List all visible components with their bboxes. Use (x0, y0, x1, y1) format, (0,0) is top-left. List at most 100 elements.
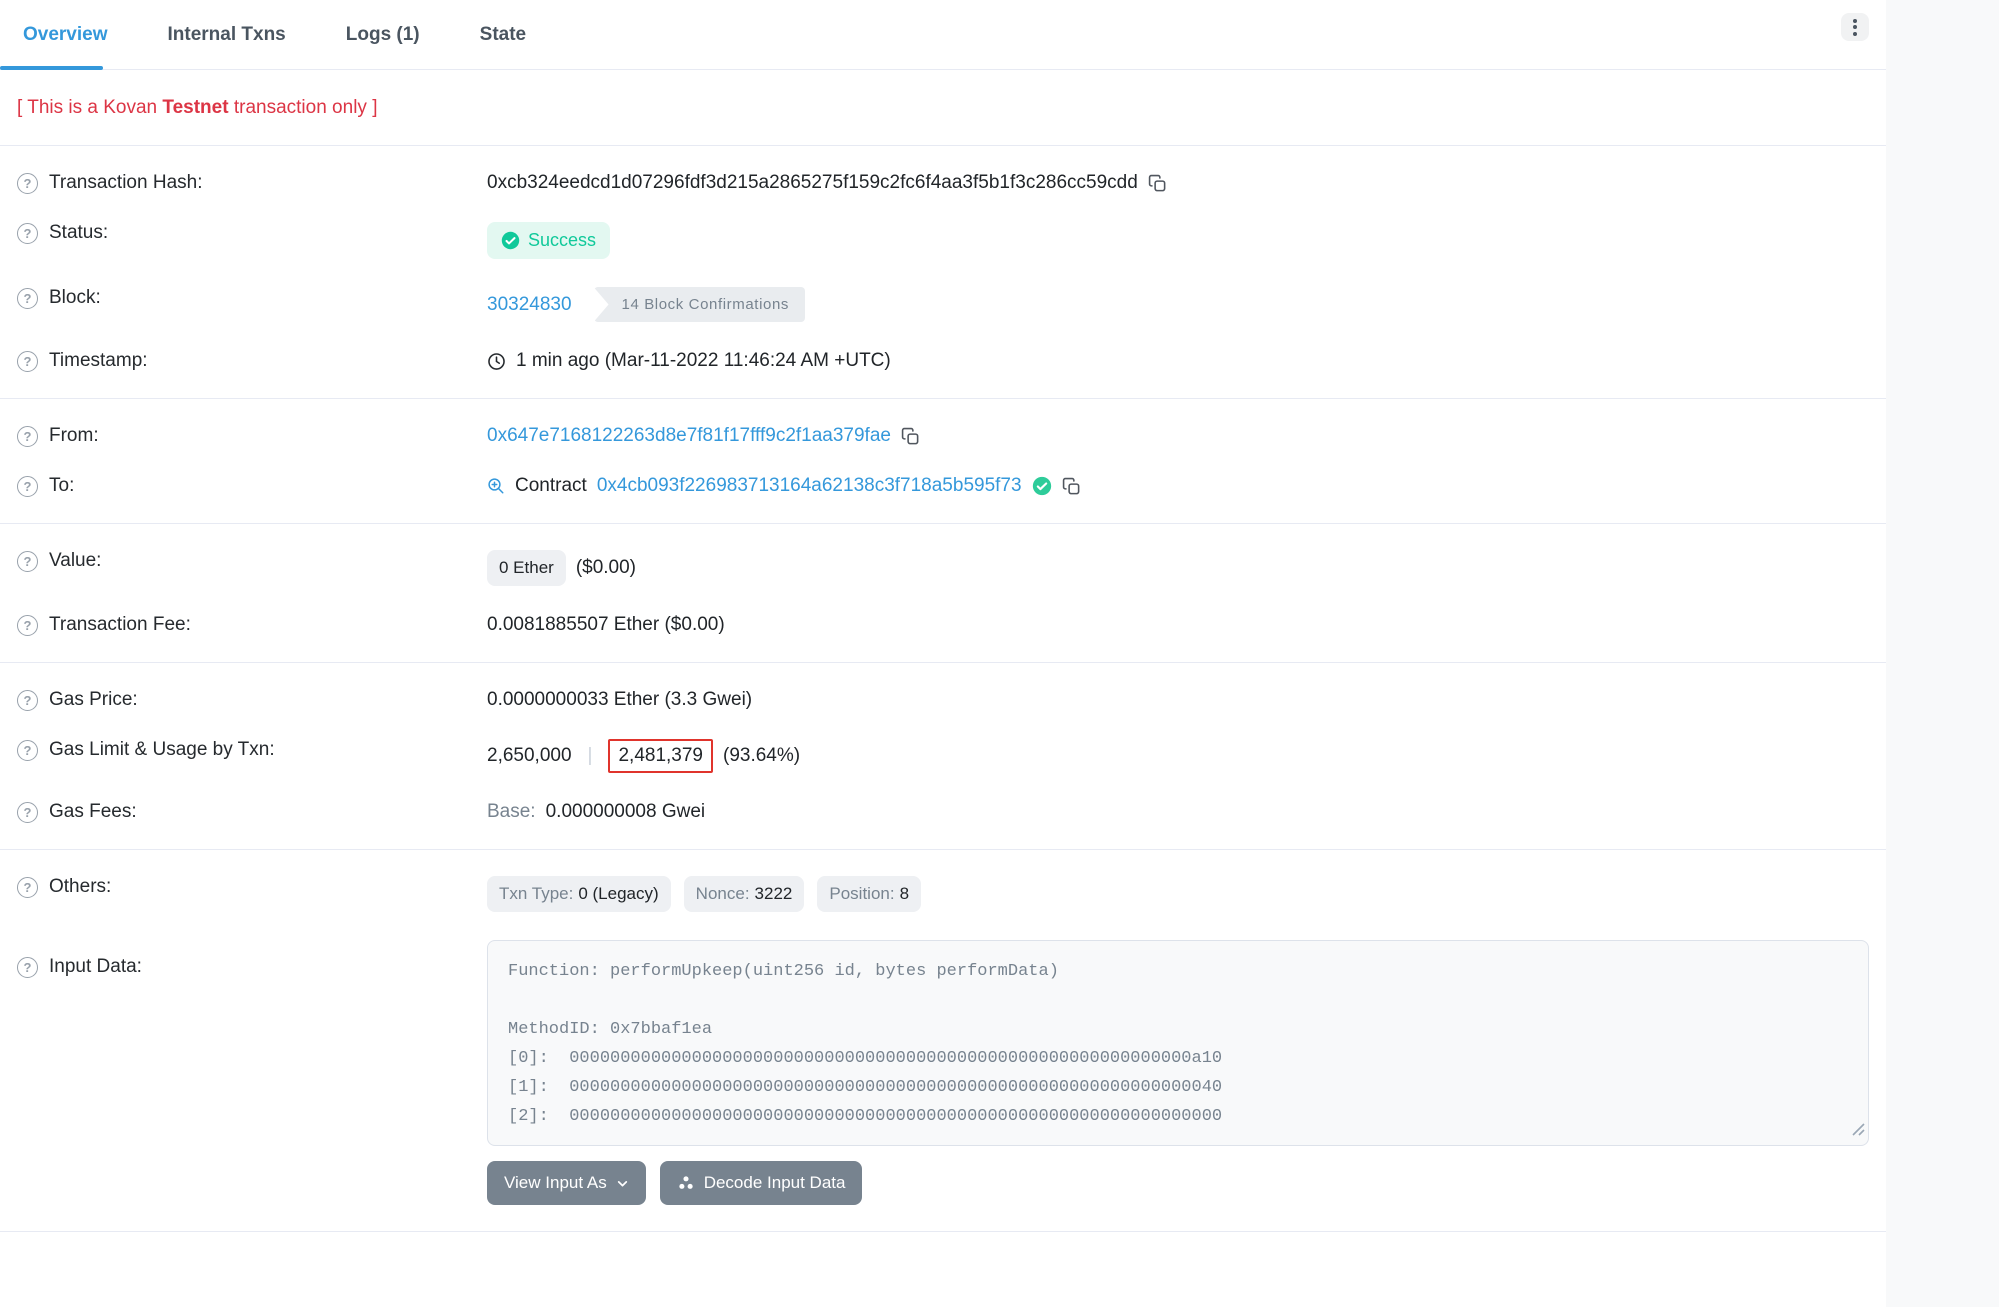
timestamp-value: 1 min ago (Mar-11-2022 11:46:24 AM +UTC) (516, 350, 891, 372)
value-badge: 0 Ether (487, 550, 566, 586)
row-transaction-hash: ? Transaction Hash: 0xcb324eedcd1d07296f… (17, 158, 1869, 208)
help-icon[interactable]: ? (17, 802, 38, 823)
verified-check-icon (1032, 476, 1052, 496)
row-to: ? To: Contract 0x4cb093f226983713164a621… (17, 461, 1869, 511)
view-input-as-button[interactable]: View Input As (487, 1161, 646, 1205)
help-icon[interactable]: ? (17, 551, 38, 572)
copy-icon[interactable] (1148, 174, 1167, 193)
divider (0, 1231, 1886, 1232)
status-badge-label: Success (528, 230, 596, 251)
chevron-down-icon (616, 1177, 629, 1190)
clock-icon (487, 352, 506, 371)
transaction-hash-label-group: ? Transaction Hash: (17, 172, 487, 194)
status-label-group: ? Status: (17, 222, 487, 244)
row-value: ? Value: 0 Ether ($0.00) (17, 536, 1869, 600)
help-icon[interactable]: ? (17, 957, 38, 978)
gas-limit-label-group: ? Gas Limit & Usage by Txn: (17, 739, 487, 761)
row-gas-limit-usage: ? Gas Limit & Usage by Txn: 2,650,000 | … (17, 725, 1869, 787)
block-number-link[interactable]: 30324830 (487, 294, 572, 316)
view-input-as-label: View Input As (504, 1173, 607, 1193)
copy-icon[interactable] (1062, 477, 1081, 496)
value-label: Value: (49, 550, 101, 572)
transaction-fee-value: 0.0081885507 Ether ($0.00) (487, 614, 725, 636)
testnet-notice: [ This is a Kovan Testnet transaction on… (0, 70, 1886, 145)
to-address-link[interactable]: 0x4cb093f226983713164a62138c3f718a5b595f… (597, 475, 1022, 497)
gas-fees-label-group: ? Gas Fees: (17, 801, 487, 823)
transaction-fee-label-group: ? Transaction Fee: (17, 614, 487, 636)
help-icon[interactable]: ? (17, 476, 38, 497)
txn-type-key: Txn Type: (499, 884, 573, 904)
gas-limit-separator: | (582, 745, 599, 767)
section-overview-top: ? Transaction Hash: 0xcb324eedcd1d07296f… (0, 146, 1886, 398)
others-label-group: ? Others: (17, 876, 487, 898)
position-key: Position: (829, 884, 894, 904)
status-label: Status: (49, 222, 108, 244)
transaction-hash-value: 0xcb324eedcd1d07296fdf3d215a2865275f159c… (487, 172, 1138, 194)
timestamp-label: Timestamp: (49, 350, 148, 372)
zoom-in-icon[interactable] (487, 477, 505, 495)
help-icon[interactable]: ? (17, 615, 38, 636)
tab-logs-label: Logs (1) (346, 24, 420, 46)
section-value-fee: ? Value: 0 Ether ($0.00) ? Transaction F… (0, 524, 1886, 662)
check-circle-icon (501, 231, 520, 250)
kebab-menu-icon[interactable] (1841, 13, 1869, 41)
row-input-data: ? Input Data: Function: performUpkeep(ui… (17, 926, 1869, 1219)
row-timestamp: ? Timestamp: 1 min ago (Mar-11-2022 11:4… (17, 336, 1869, 386)
help-icon[interactable]: ? (17, 877, 38, 898)
tab-internal-txns[interactable]: Internal Txns (145, 0, 309, 69)
section-addresses: ? From: 0x647e7168122263d8e7f81f17fff9c2… (0, 399, 1886, 523)
help-icon[interactable]: ? (17, 288, 38, 309)
input-data-actions: View Input As Decode Input Data (487, 1161, 1869, 1205)
gas-limit-label: Gas Limit & Usage by Txn: (49, 739, 275, 761)
decode-icon (677, 1174, 695, 1192)
section-others-input: ? Others: Txn Type: 0 (Legacy) Nonce: 32… (0, 850, 1886, 1231)
help-icon[interactable]: ? (17, 351, 38, 372)
copy-icon[interactable] (901, 427, 920, 446)
input-data-label: Input Data: (49, 956, 142, 978)
value-usd: ($0.00) (576, 557, 636, 579)
tab-bar: Overview Internal Txns Logs (1) State (0, 0, 1886, 70)
decode-input-data-button[interactable]: Decode Input Data (660, 1161, 863, 1205)
gas-price-label-group: ? Gas Price: (17, 689, 487, 711)
help-icon[interactable]: ? (17, 740, 38, 761)
from-address-link[interactable]: 0x647e7168122263d8e7f81f17fff9c2f1aa379f… (487, 425, 891, 447)
row-gas-fees: ? Gas Fees: Base: 0.000000008 Gwei (17, 787, 1869, 837)
input-data-textarea[interactable]: Function: performUpkeep(uint256 id, byte… (487, 940, 1869, 1146)
row-gas-price: ? Gas Price: 0.0000000033 Ether (3.3 Gwe… (17, 675, 1869, 725)
transaction-hash-label: Transaction Hash: (49, 172, 202, 194)
others-label: Others: (49, 876, 111, 898)
input-data-label-group: ? Input Data: (17, 940, 487, 978)
from-label-group: ? From: (17, 425, 487, 447)
gas-fees-base-label: Base: (487, 801, 536, 823)
gas-limit-value: 2,650,000 (487, 745, 572, 767)
position-badge: Position: 8 (817, 876, 921, 912)
status-badge: Success (487, 222, 610, 259)
row-others: ? Others: Txn Type: 0 (Legacy) Nonce: 32… (17, 862, 1869, 926)
tab-logs[interactable]: Logs (1) (323, 0, 443, 69)
gas-used-percent: (93.64%) (723, 745, 800, 767)
help-icon[interactable]: ? (17, 173, 38, 194)
gas-price-label: Gas Price: (49, 689, 138, 711)
timestamp-label-group: ? Timestamp: (17, 350, 487, 372)
resize-handle-icon[interactable] (1852, 1120, 1865, 1142)
row-from: ? From: 0x647e7168122263d8e7f81f17fff9c2… (17, 411, 1869, 461)
help-icon[interactable]: ? (17, 690, 38, 711)
row-transaction-fee: ? Transaction Fee: 0.0081885507 Ether ($… (17, 600, 1869, 650)
tab-state-label: State (480, 24, 526, 46)
gas-fees-base-value: 0.000000008 Gwei (546, 801, 706, 823)
transaction-detail-card: Overview Internal Txns Logs (1) State [ … (0, 0, 1886, 1307)
row-status: ? Status: Success (17, 208, 1869, 273)
txn-type-value: 0 (Legacy) (578, 884, 658, 904)
tab-state[interactable]: State (457, 0, 549, 69)
nonce-badge: Nonce: 3222 (684, 876, 805, 912)
gas-price-value: 0.0000000033 Ether (3.3 Gwei) (487, 689, 752, 711)
nonce-key: Nonce: (696, 884, 750, 904)
value-label-group: ? Value: (17, 550, 487, 572)
to-label-group: ? To: (17, 475, 487, 497)
testnet-notice-bold: Testnet (162, 97, 228, 118)
tab-overview[interactable]: Overview (0, 0, 131, 69)
help-icon[interactable]: ? (17, 426, 38, 447)
help-icon[interactable]: ? (17, 223, 38, 244)
to-label: To: (49, 475, 74, 497)
testnet-notice-prefix: [ This is a Kovan (17, 97, 162, 118)
